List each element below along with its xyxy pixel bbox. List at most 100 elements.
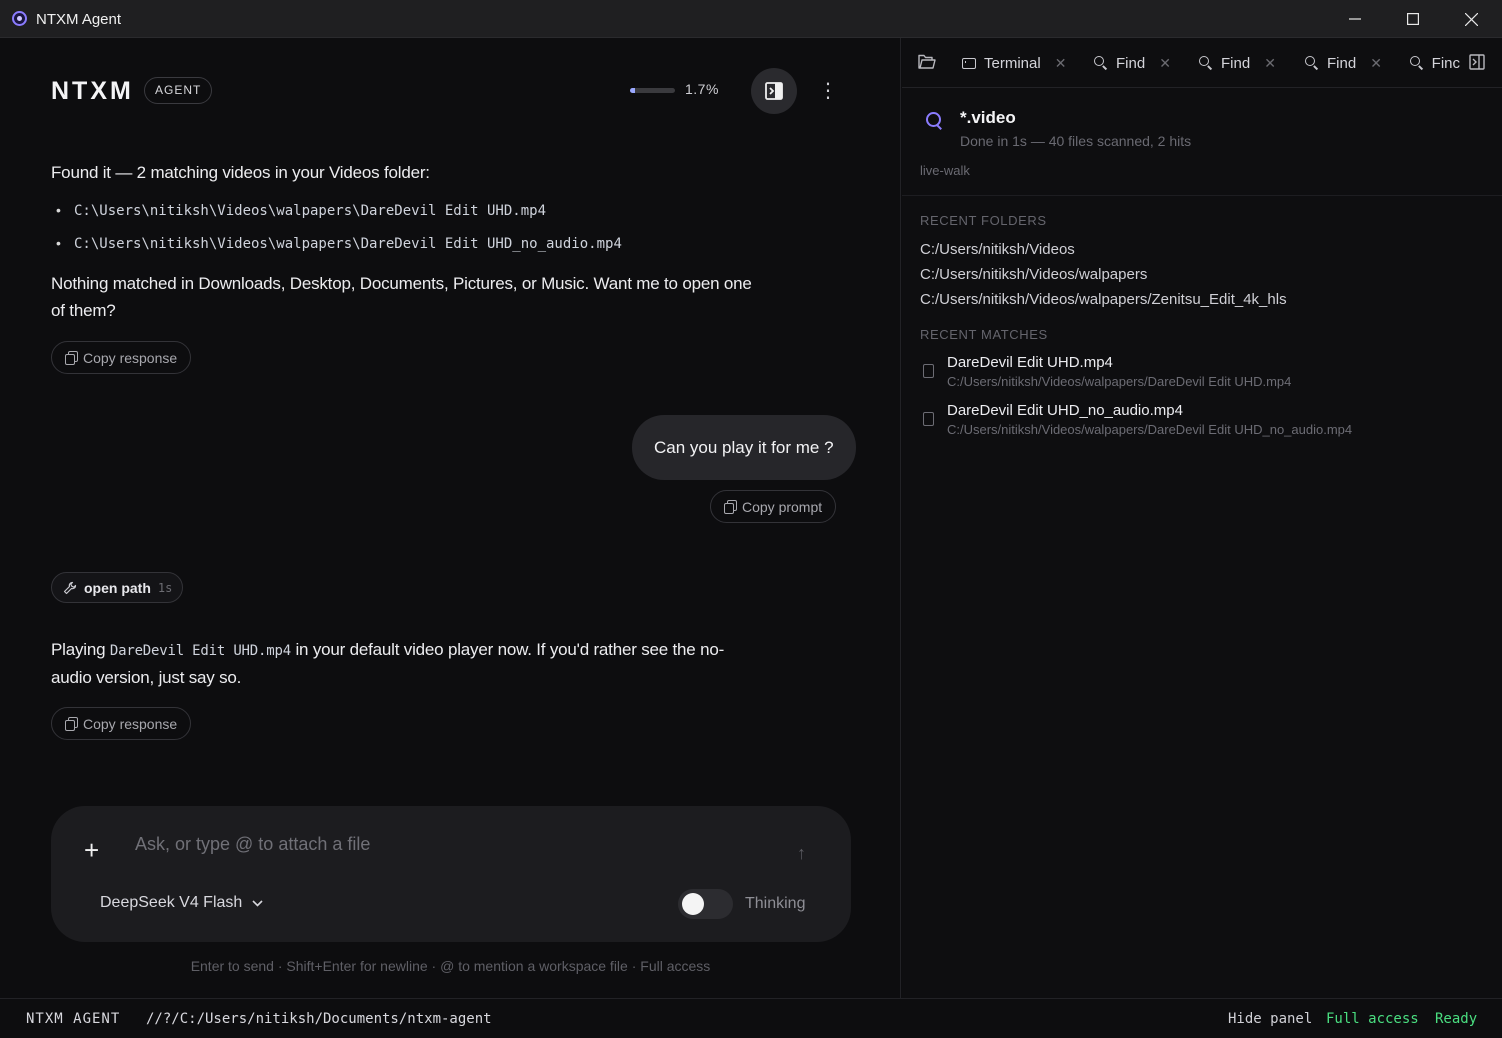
- recent-match-name[interactable]: DareDevil Edit UHD_no_audio.mp4: [947, 402, 1183, 419]
- send-arrow-icon[interactable]: ↑: [797, 843, 806, 864]
- search-mode: live-walk: [920, 163, 970, 178]
- search-icon: [1410, 56, 1424, 70]
- search-query: *.video: [960, 108, 1016, 127]
- assistant-message-2-suffix: in your default video player now. If you…: [295, 640, 725, 659]
- tab-close-icon[interactable]: ✕: [1055, 55, 1067, 72]
- thinking-label: Thinking: [745, 895, 806, 912]
- minimize-button[interactable]: [1326, 0, 1384, 38]
- tool-call-chip[interactable]: open path 1s: [51, 572, 184, 603]
- search-icon: [1094, 56, 1108, 70]
- tab-label: Find: [1116, 54, 1146, 72]
- folder-open-icon[interactable]: [918, 54, 936, 70]
- tab-label: Find: [1327, 54, 1357, 72]
- file-path-text: C:\Users\nitiksh\Videos\walpapers\DareDe…: [74, 203, 547, 219]
- context-usage-bar: [630, 88, 675, 93]
- copy-response-label: Copy response: [83, 715, 178, 732]
- model-selector[interactable]: DeepSeek V4 Flash: [100, 894, 263, 912]
- copy-response-button[interactable]: Copy response: [51, 707, 192, 740]
- tool-call-name: open path: [84, 579, 151, 596]
- assistant-message-2: Playing DareDevil Edit UHD.mp4 in your d…: [51, 636, 724, 665]
- tab-find[interactable]: Find ✕: [1305, 52, 1382, 74]
- recent-folder-item[interactable]: C:/Users/nitiksh/Videos/walpapers/Zenits…: [920, 291, 1287, 308]
- model-name: DeepSeek V4 Flash: [100, 894, 243, 911]
- tab-close-icon[interactable]: ✕: [1159, 55, 1171, 72]
- tab-close-icon[interactable]: ✕: [1264, 55, 1276, 72]
- wrench-icon: [63, 581, 77, 594]
- copy-response-label: Copy response: [83, 349, 178, 366]
- assistant-message-outro: Nothing matched in Downloads, Desktop, D…: [51, 274, 752, 293]
- close-window-button[interactable]: [1442, 0, 1500, 38]
- search-status: Done in 1s — 40 files scanned, 2 hits: [960, 133, 1192, 149]
- search-icon: [1199, 56, 1213, 70]
- recent-folder-item[interactable]: C:/Users/nitiksh/Videos: [920, 241, 1075, 258]
- tab-find[interactable]: Find ✕: [1094, 52, 1171, 74]
- file-list-item[interactable]: C:\Users\nitiksh\Videos\walpapers\DareDe…: [56, 235, 622, 252]
- recent-match-path: C:/Users/nitiksh/Videos/walpapers/DareDe…: [947, 422, 1353, 437]
- minimize-icon: [1349, 18, 1361, 20]
- tab-find[interactable]: Find ✕: [1199, 52, 1276, 74]
- panel-toggle-button[interactable]: [751, 68, 797, 114]
- chevron-down-icon: [252, 899, 263, 907]
- status-app-name: NTXM AGENT: [26, 1011, 121, 1027]
- access-status: Full access: [1326, 1011, 1419, 1027]
- agent-badge: AGENT: [144, 77, 213, 104]
- status-workspace-path: //?/C:/Users/nitiksh/Documents/ntxm-agen…: [146, 1011, 492, 1027]
- thinking-toggle[interactable]: [678, 889, 733, 919]
- status-bar: NTXM AGENT //?/C:/Users/nitiksh/Document…: [0, 998, 1502, 1038]
- inline-code-filename: DareDevil Edit UHD.mp4: [109, 643, 291, 659]
- assistant-message-2-prefix: Playing: [51, 640, 106, 659]
- side-panel-tabs: Terminal ✕ Find ✕ Find ✕ Find ✕ Finc: [902, 38, 1502, 88]
- message-input[interactable]: [135, 834, 755, 855]
- assistant-message-outro-line2: of them?: [51, 301, 116, 320]
- search-icon: [926, 112, 944, 130]
- maximize-button[interactable]: [1384, 0, 1442, 38]
- window-title: NTXM Agent: [36, 11, 122, 28]
- collapse-panel-icon[interactable]: [1469, 54, 1485, 70]
- file-path-text: C:\Users\nitiksh\Videos\walpapers\DareDe…: [74, 236, 622, 252]
- app-logo-icon: [12, 11, 27, 26]
- copy-icon: [65, 351, 78, 365]
- close-icon: [1464, 12, 1478, 26]
- recent-folder-item[interactable]: C:/Users/nitiksh/Videos/walpapers: [920, 266, 1147, 283]
- title-bar: NTXM Agent: [0, 0, 1502, 38]
- tab-label: Find: [1221, 54, 1251, 72]
- tab-terminal[interactable]: Terminal ✕: [962, 52, 1066, 74]
- copy-icon: [65, 717, 78, 731]
- tool-call-duration: 1s: [157, 580, 173, 595]
- assistant-message-intro: Found it — 2 matching videos in your Vid…: [51, 163, 430, 182]
- side-panel: Terminal ✕ Find ✕ Find ✕ Find ✕ Finc *.v…: [902, 38, 1502, 998]
- recent-folders-heading: RECENT FOLDERS: [920, 213, 1047, 228]
- user-message-bubble: Can you play it for me ?: [632, 415, 856, 480]
- tab-label: Terminal: [984, 54, 1041, 72]
- recent-matches-heading: RECENT MATCHES: [920, 327, 1048, 342]
- tab-find[interactable]: Finc: [1410, 52, 1460, 74]
- divider: [902, 195, 1502, 196]
- brand-logo: NTXM: [51, 77, 134, 105]
- maximize-icon: [1407, 13, 1419, 25]
- more-options-icon[interactable]: ⋮: [818, 78, 838, 104]
- ready-status: Ready: [1435, 1011, 1478, 1027]
- composer-hint: Enter to send · Shift+Enter for newline …: [190, 958, 711, 974]
- attach-plus-icon[interactable]: +: [84, 835, 99, 866]
- file-list-item[interactable]: C:\Users\nitiksh\Videos\walpapers\DareDe…: [56, 202, 547, 219]
- chat-panel: NTXM AGENT 1.7% ⋮ Found it — 2 matching …: [0, 38, 901, 998]
- panel-toggle-icon: [765, 82, 783, 100]
- file-icon: [923, 412, 934, 426]
- message-composer: + ↑ DeepSeek V4 Flash Thinking: [51, 806, 851, 942]
- recent-match-name[interactable]: DareDevil Edit UHD.mp4: [947, 354, 1113, 371]
- file-icon: [923, 364, 934, 378]
- recent-match-path: C:/Users/nitiksh/Videos/walpapers/DareDe…: [947, 374, 1292, 389]
- assistant-message-2-line2: audio version, just say so.: [51, 668, 242, 687]
- hide-panel-button[interactable]: Hide panel: [1228, 1011, 1312, 1027]
- tab-close-icon[interactable]: ✕: [1370, 55, 1382, 72]
- toggle-knob: [682, 893, 704, 915]
- context-usage-fill: [630, 88, 636, 93]
- copy-prompt-button[interactable]: Copy prompt: [710, 490, 837, 523]
- copy-response-button[interactable]: Copy response: [51, 341, 192, 374]
- copy-icon: [724, 500, 737, 514]
- terminal-icon: [962, 57, 976, 69]
- search-icon: [1305, 56, 1319, 70]
- tab-label: Finc: [1431, 54, 1460, 72]
- context-usage-label: 1.7%: [685, 81, 719, 97]
- copy-prompt-label: Copy prompt: [742, 498, 823, 515]
